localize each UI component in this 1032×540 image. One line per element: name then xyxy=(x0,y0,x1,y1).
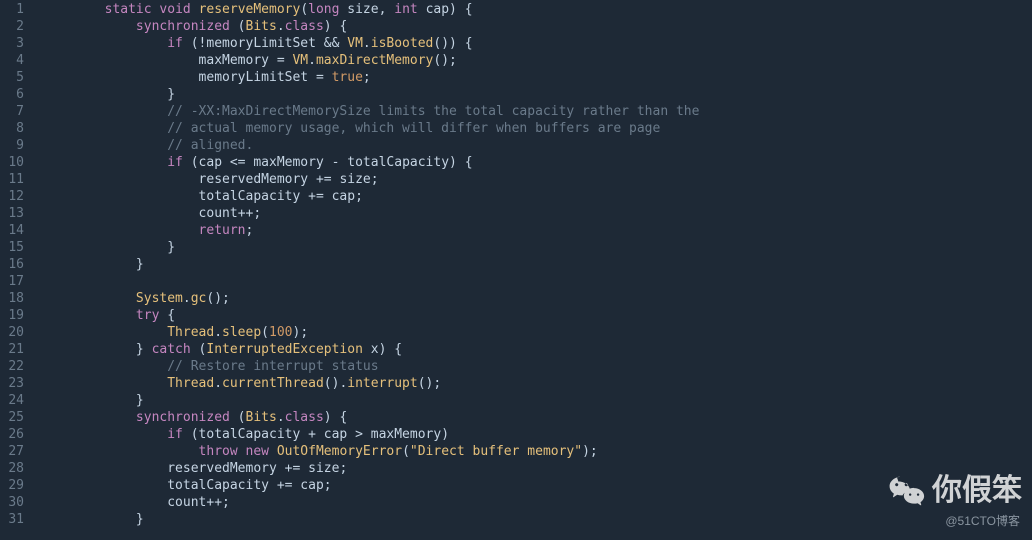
code-line[interactable]: reservedMemory += size; xyxy=(42,461,1032,478)
code-line[interactable]: return; xyxy=(42,223,1032,240)
code-line[interactable]: } xyxy=(42,240,1032,257)
code-line[interactable]: reservedMemory += size; xyxy=(42,172,1032,189)
code-line[interactable]: count++; xyxy=(42,206,1032,223)
code-line[interactable]: System.gc(); xyxy=(42,291,1032,308)
line-number: 13 xyxy=(0,206,24,223)
line-number: 12 xyxy=(0,189,24,206)
code-line[interactable]: synchronized (Bits.class) { xyxy=(42,19,1032,36)
code-line[interactable]: maxMemory = VM.maxDirectMemory(); xyxy=(42,53,1032,70)
line-number: 15 xyxy=(0,240,24,257)
line-number: 29 xyxy=(0,478,24,495)
code-line[interactable]: static void reserveMemory(long size, int… xyxy=(42,2,1032,19)
code-line[interactable]: } catch (InterruptedException x) { xyxy=(42,342,1032,359)
line-number: 9 xyxy=(0,138,24,155)
line-number: 31 xyxy=(0,512,24,529)
code-line[interactable]: throw new OutOfMemoryError("Direct buffe… xyxy=(42,444,1032,461)
code-area[interactable]: static void reserveMemory(long size, int… xyxy=(32,0,1032,540)
code-line[interactable]: // actual memory usage, which will diffe… xyxy=(42,121,1032,138)
line-number: 20 xyxy=(0,325,24,342)
line-number: 14 xyxy=(0,223,24,240)
code-line[interactable]: synchronized (Bits.class) { xyxy=(42,410,1032,427)
code-line[interactable]: // Restore interrupt status xyxy=(42,359,1032,376)
line-number: 27 xyxy=(0,444,24,461)
code-line[interactable]: totalCapacity += cap; xyxy=(42,189,1032,206)
code-line[interactable]: // aligned. xyxy=(42,138,1032,155)
watermark: 你假笨 xyxy=(888,471,1022,510)
line-number: 26 xyxy=(0,427,24,444)
line-number: 21 xyxy=(0,342,24,359)
code-line[interactable]: if (totalCapacity + cap > maxMemory) xyxy=(42,427,1032,444)
code-line[interactable]: } xyxy=(42,87,1032,104)
code-line[interactable]: } xyxy=(42,257,1032,274)
code-line[interactable]: // -XX:MaxDirectMemorySize limits the to… xyxy=(42,104,1032,121)
line-number: 16 xyxy=(0,257,24,274)
line-number: 3 xyxy=(0,36,24,53)
line-number: 10 xyxy=(0,155,24,172)
line-number: 24 xyxy=(0,393,24,410)
line-number: 30 xyxy=(0,495,24,512)
line-number: 23 xyxy=(0,376,24,393)
line-number: 8 xyxy=(0,121,24,138)
line-number: 25 xyxy=(0,410,24,427)
code-line[interactable]: if (!memoryLimitSet && VM.isBooted()) { xyxy=(42,36,1032,53)
code-line[interactable]: memoryLimitSet = true; xyxy=(42,70,1032,87)
code-line[interactable]: count++; xyxy=(42,495,1032,512)
code-line[interactable]: Thread.currentThread().interrupt(); xyxy=(42,376,1032,393)
line-number: 28 xyxy=(0,461,24,478)
wechat-icon xyxy=(888,472,926,510)
code-line[interactable]: } xyxy=(42,512,1032,529)
line-number-gutter: 1234567891011121314151617181920212223242… xyxy=(0,0,32,540)
watermark-text: 你假笨 xyxy=(932,471,1022,510)
line-number: 4 xyxy=(0,53,24,70)
line-number: 11 xyxy=(0,172,24,189)
attribution-text: @51CTO博客 xyxy=(945,514,1020,530)
code-line[interactable]: Thread.sleep(100); xyxy=(42,325,1032,342)
code-line[interactable]: try { xyxy=(42,308,1032,325)
line-number: 6 xyxy=(0,87,24,104)
line-number: 5 xyxy=(0,70,24,87)
line-number: 1 xyxy=(0,2,24,19)
code-editor[interactable]: 1234567891011121314151617181920212223242… xyxy=(0,0,1032,540)
line-number: 7 xyxy=(0,104,24,121)
code-line[interactable]: totalCapacity += cap; xyxy=(42,478,1032,495)
code-line[interactable] xyxy=(42,274,1032,291)
line-number: 22 xyxy=(0,359,24,376)
code-line[interactable]: if (cap <= maxMemory - totalCapacity) { xyxy=(42,155,1032,172)
line-number: 18 xyxy=(0,291,24,308)
line-number: 19 xyxy=(0,308,24,325)
line-number: 2 xyxy=(0,19,24,36)
code-line[interactable]: } xyxy=(42,393,1032,410)
line-number: 17 xyxy=(0,274,24,291)
